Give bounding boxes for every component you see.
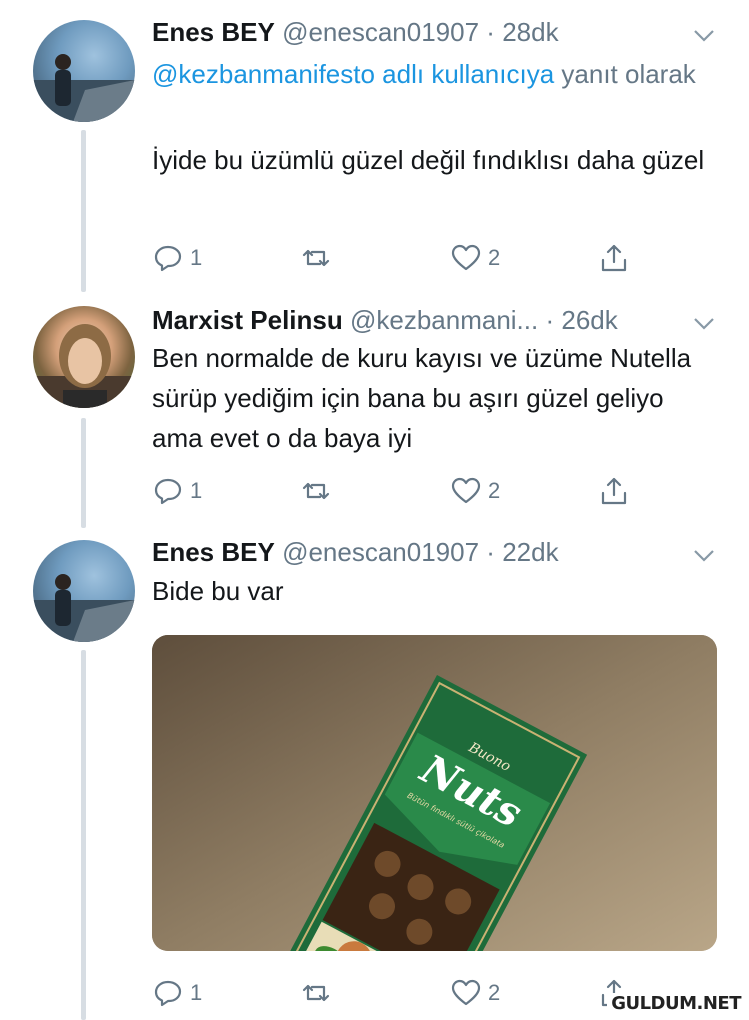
tweet-text: İyide bu üzümlü güzel değil fındıklısı d… [152,145,705,175]
share-button[interactable] [598,241,630,275]
watermark: GULDUM.NET [607,993,745,1014]
avatar[interactable] [33,20,135,122]
chevron-down-icon[interactable] [689,540,719,570]
tweet-photo[interactable]: Buono Nuts Bütün fındıklı sütlü çikolata… [152,635,717,951]
tweet-actions: 1 2 [152,976,642,1010]
reply-count: 1 [190,478,203,503]
separator-dot: · [486,537,495,567]
brand-small: Buono [465,739,513,775]
share-icon [601,477,627,505]
retweet-button[interactable] [300,474,338,508]
reply-icon [154,245,182,272]
thread-line [81,650,86,1020]
separator-dot: · [486,17,495,47]
separator-dot: · [545,305,555,335]
like-button[interactable]: 2 [450,474,500,508]
timestamp[interactable]: 22dk [502,537,558,567]
timestamp[interactable]: 26dk [561,305,617,335]
like-icon [451,244,481,271]
reply-icon [154,478,182,505]
thread-line [81,418,86,528]
chevron-down-icon[interactable] [689,308,719,338]
display-name[interactable]: Enes BEY [152,537,275,567]
tweet-2[interactable]: Marxist Pelinsu @kezbanmani... · 26dk Be… [0,292,749,528]
brand-name: Nuts [412,745,530,838]
reply-icon [154,980,182,1007]
retweet-icon [302,249,330,267]
tweet-text: Ben normalde de kuru kayısı ve üzüme Nut… [152,343,692,453]
retweet-button[interactable] [300,976,338,1010]
like-count: 2 [488,245,501,270]
avatar[interactable] [33,540,135,642]
reply-button[interactable]: 1 [152,241,202,275]
product-subtitle: Bütün fındıklı sütlü çikolata [406,791,506,850]
tweet-1[interactable]: Enes BEY @enescan01907 · 28dk @kezbanman… [0,0,749,292]
handle[interactable]: @kezbanmani... [350,305,538,335]
chevron-down-icon[interactable] [689,20,719,50]
avatar[interactable] [33,306,135,408]
reply-to-label: yanıt olarak [554,59,696,89]
thread-line [81,130,86,292]
share-button[interactable] [598,474,630,508]
like-count: 2 [488,980,501,1005]
retweet-icon [302,482,330,500]
handle[interactable]: @enescan01907 [282,537,479,567]
tweet-actions: 1 2 [152,474,642,508]
retweet-button[interactable] [300,241,338,275]
timestamp[interactable]: 28dk [502,17,558,47]
like-button[interactable]: 2 [450,976,500,1010]
reply-context: @kezbanmanifesto adlı kullanıcıya yanıt … [152,54,719,94]
reply-button[interactable]: 1 [152,976,202,1010]
like-icon [451,979,481,1006]
tweet-text: Bide bu var [152,576,284,606]
like-icon [451,477,481,504]
like-button[interactable]: 2 [450,241,500,275]
like-count: 2 [488,478,501,503]
retweet-icon [302,984,330,1002]
share-icon [601,244,627,272]
handle[interactable]: @enescan01907 [282,17,479,47]
reply-mention-link[interactable]: @kezbanmanifesto adlı kullanıcıya [152,59,554,89]
reply-count: 1 [190,245,203,270]
display-name[interactable]: Marxist Pelinsu [152,305,343,335]
tweet-actions: 1 2 [152,241,642,275]
reply-button[interactable]: 1 [152,474,202,508]
reply-count: 1 [190,980,203,1005]
display-name[interactable]: Enes BEY [152,17,275,47]
